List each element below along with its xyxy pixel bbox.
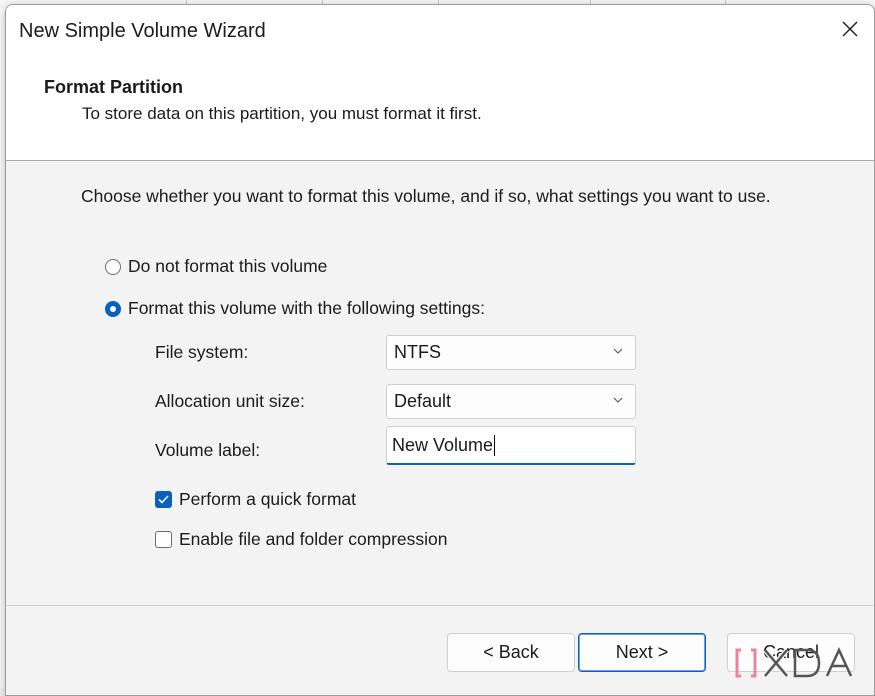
window-title: New Simple Volume Wizard xyxy=(19,20,266,42)
volume-label-input[interactable]: New Volume xyxy=(386,426,636,465)
radio-label: Format this volume with the following se… xyxy=(128,298,485,318)
close-icon xyxy=(842,21,858,37)
checkbox-checked[interactable] xyxy=(155,491,172,508)
radio-button[interactable] xyxy=(105,258,121,275)
allocation-unit-size-select[interactable]: Default xyxy=(386,384,636,419)
wizard-header: Format Partition To store data on this p… xyxy=(6,55,874,161)
radio-format-volume[interactable]: Format this volume with the following se… xyxy=(105,298,485,319)
checkbox-unchecked[interactable] xyxy=(155,531,172,548)
checkbox-quick-format[interactable]: Perform a quick format xyxy=(155,489,356,510)
page-subheading: To store data on this partition, you mus… xyxy=(82,104,482,123)
radio-do-not-format[interactable]: Do not format this volume xyxy=(105,256,327,277)
checkbox-compression[interactable]: Enable file and folder compression xyxy=(155,529,448,550)
text-caret xyxy=(494,434,496,456)
title-bar: New Simple Volume Wizard xyxy=(6,5,874,55)
file-system-select[interactable]: NTFS xyxy=(386,335,636,370)
file-system-value: NTFS xyxy=(394,342,441,362)
allocation-unit-size-label: Allocation unit size: xyxy=(155,391,305,411)
wizard-dialog: New Simple Volume Wizard Format Partitio… xyxy=(5,4,875,696)
checkmark-icon xyxy=(158,495,169,504)
volume-label-value: New Volume xyxy=(392,434,494,455)
radio-label: Do not format this volume xyxy=(128,256,328,276)
radio-button-selected[interactable] xyxy=(105,300,121,317)
wizard-content: Choose whether you want to format this v… xyxy=(6,161,874,606)
instruction-text: Choose whether you want to format this v… xyxy=(81,186,771,206)
volume-label-label: Volume label: xyxy=(155,440,261,460)
back-button[interactable]: < Back xyxy=(447,633,575,672)
chevron-down-icon xyxy=(613,348,623,354)
next-button[interactable]: Next > xyxy=(578,633,706,672)
close-button[interactable] xyxy=(828,9,872,49)
chevron-down-icon xyxy=(613,397,623,403)
checkbox-label: Perform a quick format xyxy=(179,489,356,509)
page-heading: Format Partition xyxy=(44,77,184,97)
xda-logo xyxy=(735,644,865,682)
checkbox-label: Enable file and folder compression xyxy=(179,529,448,549)
file-system-label: File system: xyxy=(155,342,249,362)
xda-logo-icon xyxy=(735,647,853,678)
allocation-unit-size-value: Default xyxy=(394,391,452,411)
